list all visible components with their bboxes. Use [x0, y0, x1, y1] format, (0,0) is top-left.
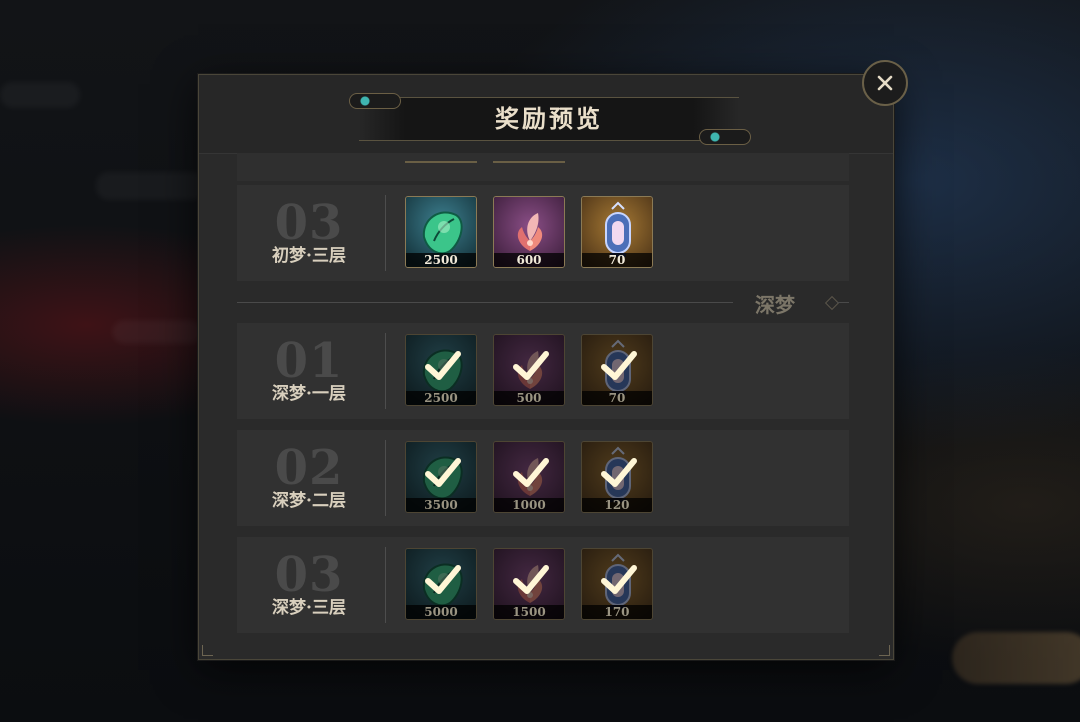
divider-line: [837, 302, 849, 303]
row-separator: [385, 195, 386, 271]
tier-row: 02 深梦·二层 3500 1000 120: [237, 430, 849, 526]
reward-item[interactable]: 1000: [493, 441, 565, 513]
claimed-check-icon: [601, 351, 637, 380]
claimed-check-icon: [601, 565, 637, 594]
reward-quantity: 2500: [406, 253, 476, 267]
background-blurred-text: [96, 172, 206, 200]
reward-quantity: 600: [494, 253, 564, 267]
dialog-header: 奖励预览: [199, 75, 893, 154]
reward-quantity: 70: [582, 253, 652, 267]
claimed-check-icon: [513, 351, 549, 380]
reward-preview-dialog: 奖励预览 03 初梦·三层 2500 600 70 01 深梦·一层 2500 500 70 02 深…: [198, 74, 894, 660]
dialog-title: 奖励预览: [495, 104, 603, 133]
section-divider: 深梦: [237, 283, 849, 323]
claimed-check-icon: [425, 351, 461, 380]
close-x-icon: [877, 75, 893, 91]
reward-item[interactable]: 2500: [405, 334, 477, 406]
diamond-icon: [824, 295, 840, 311]
reward-item[interactable]: 2500: [405, 196, 477, 268]
row-separator: [385, 333, 386, 409]
title-plate: 奖励预览: [359, 97, 739, 141]
reward-quantity: 170: [582, 605, 652, 619]
reward-quantity: 1500: [494, 605, 564, 619]
background-blurred-text: [112, 320, 202, 344]
corner-ornament: [879, 645, 890, 656]
row-separator: [385, 547, 386, 623]
tier-list[interactable]: 03 初梦·三层 2500 600 70 01 深梦·一层 2500 500 70 02 深梦·二层 3…: [237, 153, 857, 648]
reward-quantity: 2500: [406, 391, 476, 405]
reward-item[interactable]: 120: [581, 441, 653, 513]
tier-name: 深梦·一层: [272, 384, 346, 404]
tier-row: 03 初梦·三层 2500 600 70: [237, 185, 849, 281]
claimed-check-icon: [513, 565, 549, 594]
tier-row: 01 深梦·一层 2500 500 70: [237, 323, 849, 419]
close-button[interactable]: [862, 60, 908, 106]
corner-ornament: [202, 645, 213, 656]
tier-name: 深梦·二层: [272, 491, 346, 511]
reward-item[interactable]: 5000: [405, 548, 477, 620]
background-blurred-button: [952, 632, 1080, 684]
reward-quantity: 70: [582, 391, 652, 405]
section-label: 深梦: [755, 293, 795, 317]
claimed-check-icon: [513, 458, 549, 487]
claimed-check-icon: [601, 458, 637, 487]
cloud-ornament-icon: [699, 129, 751, 145]
tier-row: 03 深梦·三层 5000 1500 170: [237, 537, 849, 633]
sliver-mark: [493, 161, 565, 163]
reward-item[interactable]: 600: [493, 196, 565, 268]
tier-name: 深梦·三层: [272, 598, 346, 618]
reward-item[interactable]: 500: [493, 334, 565, 406]
reward-item[interactable]: 1500: [493, 548, 565, 620]
reward-quantity: 500: [494, 391, 564, 405]
reward-item[interactable]: 70: [581, 196, 653, 268]
reward-quantity: 3500: [406, 498, 476, 512]
reward-item[interactable]: 70: [581, 334, 653, 406]
reward-quantity: 5000: [406, 605, 476, 619]
sliver-mark: [405, 161, 477, 163]
previous-row-sliver: [237, 153, 849, 181]
row-separator: [385, 440, 386, 516]
background-blurred-text: [0, 82, 80, 108]
reward-quantity: 120: [582, 498, 652, 512]
divider-line: [237, 302, 733, 303]
claimed-check-icon: [425, 458, 461, 487]
claimed-check-icon: [425, 565, 461, 594]
reward-quantity: 1000: [494, 498, 564, 512]
reward-item[interactable]: 3500: [405, 441, 477, 513]
tier-name: 初梦·三层: [272, 246, 346, 266]
reward-item[interactable]: 170: [581, 548, 653, 620]
cloud-ornament-icon: [349, 93, 401, 109]
